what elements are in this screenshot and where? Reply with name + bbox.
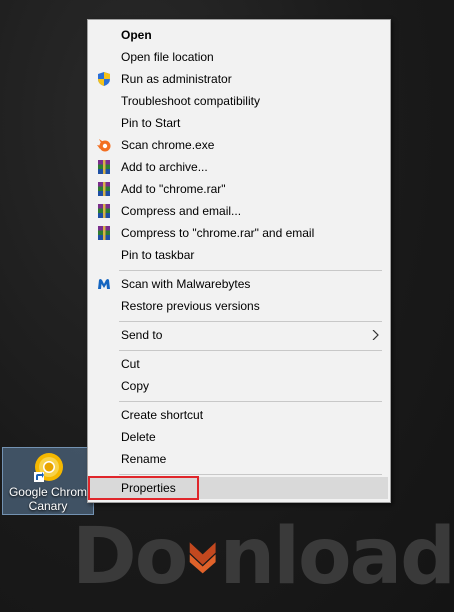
winrar-icon	[98, 204, 110, 218]
desktop-shortcut-label: Google Chrom Canary	[8, 485, 88, 513]
properties-highlight-box	[88, 476, 199, 500]
watermark-text-left: Do	[72, 512, 188, 602]
menu-item-run-as-administrator[interactable]: Run as administrator	[90, 68, 388, 90]
chrome-canary-icon	[34, 453, 63, 482]
menu-item-label: Scan chrome.exe	[121, 138, 215, 152]
uac-shield-icon	[98, 72, 110, 86]
menu-item-send-to[interactable]: Send to	[90, 324, 388, 346]
menu-item-label: Troubleshoot compatibility	[121, 94, 260, 108]
menu-item-label: Pin to taskbar	[121, 248, 195, 262]
menu-item-label: Copy	[121, 379, 150, 393]
menu-item-label: Scan with Malwarebytes	[121, 277, 251, 291]
menu-item-compress-to-chrome-rar-and-email[interactable]: Compress to "chrome.rar" and email	[90, 222, 388, 244]
menu-item-label: Compress and email...	[121, 204, 242, 218]
context-menu: Open Open file location Run as administr…	[87, 19, 391, 503]
menu-item-cut[interactable]: Cut	[90, 353, 388, 375]
menu-item-label: Open	[121, 28, 152, 42]
menu-item-pin-to-taskbar[interactable]: Pin to taskbar	[90, 244, 388, 266]
menu-item-label: Delete	[121, 430, 156, 444]
menu-item-rename[interactable]: Rename	[90, 448, 388, 470]
menu-item-troubleshoot-compatibility[interactable]: Troubleshoot compatibility	[90, 90, 388, 112]
watermark-chevron-icon	[190, 542, 216, 574]
menu-item-copy[interactable]: Copy	[90, 375, 388, 397]
malwarebytes-icon	[98, 279, 110, 289]
menu-item-label: Send to	[121, 328, 163, 342]
menu-item-open-file-location[interactable]: Open file location	[90, 46, 388, 68]
menu-item-add-to-archive[interactable]: Add to archive...	[90, 156, 388, 178]
menu-item-label: Rename	[121, 452, 167, 466]
menu-item-label: Add to archive...	[121, 160, 208, 174]
menu-item-restore-previous-versions[interactable]: Restore previous versions	[90, 295, 388, 317]
desktop-shortcut-chrome-canary[interactable]: Google Chrom Canary	[2, 447, 94, 515]
menu-item-scan-chrome[interactable]: Scan chrome.exe	[90, 134, 388, 156]
winrar-icon	[98, 226, 110, 240]
menu-item-label: Restore previous versions	[121, 299, 260, 313]
watermark-text-right: nload	[219, 512, 454, 602]
menu-separator	[119, 350, 382, 351]
menu-separator	[119, 321, 382, 322]
menu-item-label: Cut	[121, 357, 140, 371]
menu-item-label: Compress to "chrome.rar" and email	[121, 226, 315, 240]
menu-item-compress-and-email[interactable]: Compress and email...	[90, 200, 388, 222]
menu-item-open[interactable]: Open	[90, 24, 388, 46]
menu-item-create-shortcut[interactable]: Create shortcut	[90, 404, 388, 426]
menu-item-label: Run as administrator	[121, 72, 232, 86]
menu-item-delete[interactable]: Delete	[90, 426, 388, 448]
menu-separator	[119, 474, 382, 475]
winrar-icon	[98, 182, 110, 196]
menu-item-label: Open file location	[121, 50, 214, 64]
menu-item-label: Pin to Start	[121, 116, 181, 130]
menu-item-scan-with-malwarebytes[interactable]: Scan with Malwarebytes	[90, 273, 388, 295]
chevron-right-icon	[372, 330, 379, 340]
winrar-icon	[98, 160, 110, 174]
menu-item-pin-to-start[interactable]: Pin to Start	[90, 112, 388, 134]
menu-item-add-to-chrome-rar[interactable]: Add to "chrome.rar"	[90, 178, 388, 200]
menu-item-label: Create shortcut	[121, 408, 204, 422]
avast-icon	[97, 139, 111, 152]
menu-item-label: Add to "chrome.rar"	[121, 182, 226, 196]
menu-separator	[119, 270, 382, 271]
download-watermark: Do nload	[72, 512, 454, 602]
menu-separator	[119, 401, 382, 402]
